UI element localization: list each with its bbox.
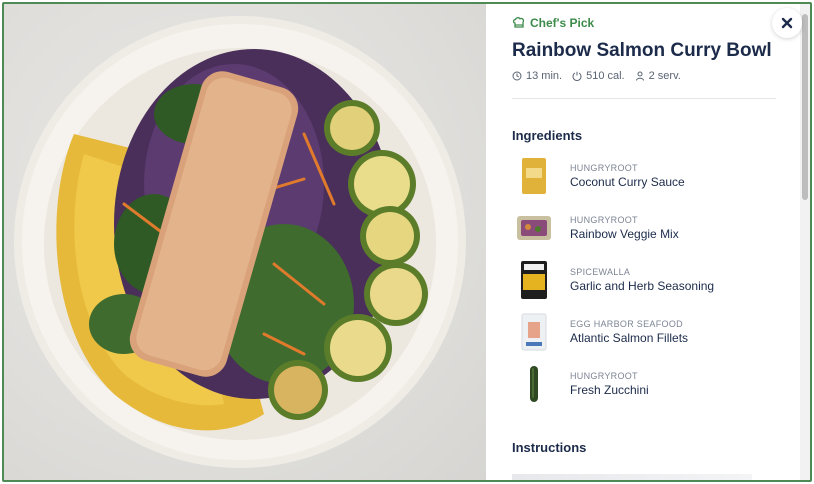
calories-icon (572, 71, 582, 81)
instructions-heading: Instructions (512, 440, 587, 455)
header-divider (512, 98, 776, 99)
sauce-jar-icon (522, 158, 546, 194)
ingredient-brand: EGG HARBOR SEAFOOD (570, 319, 683, 329)
recipe-title: Rainbow Salmon Curry Bowl (512, 40, 772, 61)
time-meta: 13 min. (512, 70, 562, 82)
chef-hat-icon (512, 17, 525, 28)
scrollbar-thumb[interactable] (802, 14, 808, 200)
ingredient-item[interactable]: HUNGRYROOT Rainbow Veggie Mix (512, 202, 782, 254)
time-value: 13 min. (526, 70, 563, 82)
ingredient-thumbnail (512, 258, 556, 302)
ingredient-thumbnail (512, 310, 556, 354)
ingredient-thumbnail (512, 362, 556, 406)
ingredient-name: Rainbow Veggie Mix (570, 227, 679, 241)
ingredient-name: Garlic and Herb Seasoning (570, 279, 715, 293)
ingredient-thumbnail (512, 154, 556, 198)
ingredient-item[interactable]: SPICEWALLA Garlic and Herb Seasoning (512, 254, 782, 306)
clock-icon (512, 71, 522, 81)
ingredient-name: Atlantic Salmon Fillets (570, 331, 689, 345)
close-button[interactable] (772, 8, 802, 38)
recipe-modal: Chef's Pick Rainbow Salmon Curry Bowl 13… (2, 2, 812, 482)
fish-pack-icon (521, 313, 547, 351)
zucchini-icon (530, 366, 538, 402)
ingredients-heading: Ingredients (512, 128, 583, 143)
ingredient-name: Coconut Curry Sauce (570, 175, 685, 189)
person-icon (635, 71, 644, 81)
servings-value: 2 serv. (648, 70, 681, 82)
close-icon (781, 17, 793, 29)
ingredient-brand: HUNGRYROOT (570, 371, 638, 381)
ingredient-item[interactable]: HUNGRYROOT Coconut Curry Sauce (512, 150, 782, 202)
ingredient-brand: HUNGRYROOT (570, 215, 638, 225)
instructions-preview (512, 474, 752, 480)
spice-tin-icon (521, 261, 547, 299)
panel-scrollbar[interactable] (800, 4, 810, 480)
ingredient-item[interactable]: HUNGRYROOT Fresh Zucchini (512, 358, 782, 410)
badge-label: Chef's Pick (530, 16, 595, 30)
ingredient-name: Fresh Zucchini (570, 383, 649, 397)
calories-value: 510 cal. (586, 70, 625, 82)
ingredient-item[interactable]: EGG HARBOR SEAFOOD Atlantic Salmon Fille… (512, 306, 782, 358)
recipe-detail-panel: Chef's Pick Rainbow Salmon Curry Bowl 13… (486, 4, 810, 480)
salmon-bowl-image (14, 16, 466, 468)
ingredient-brand: HUNGRYROOT (570, 163, 638, 173)
recipe-photo (4, 4, 486, 480)
ingredient-brand: SPICEWALLA (570, 267, 631, 277)
calories-meta: 510 cal. (572, 70, 625, 82)
veggie-pack-icon (517, 216, 551, 240)
ingredients-list: HUNGRYROOT Coconut Curry Sauce HUNGRYROO… (512, 150, 782, 410)
ingredient-thumbnail (512, 206, 556, 250)
chefs-pick-badge: Chef's Pick (512, 16, 594, 30)
recipe-meta: 13 min. 510 cal. 2 serv. (512, 70, 681, 82)
servings-meta: 2 serv. (635, 70, 681, 82)
